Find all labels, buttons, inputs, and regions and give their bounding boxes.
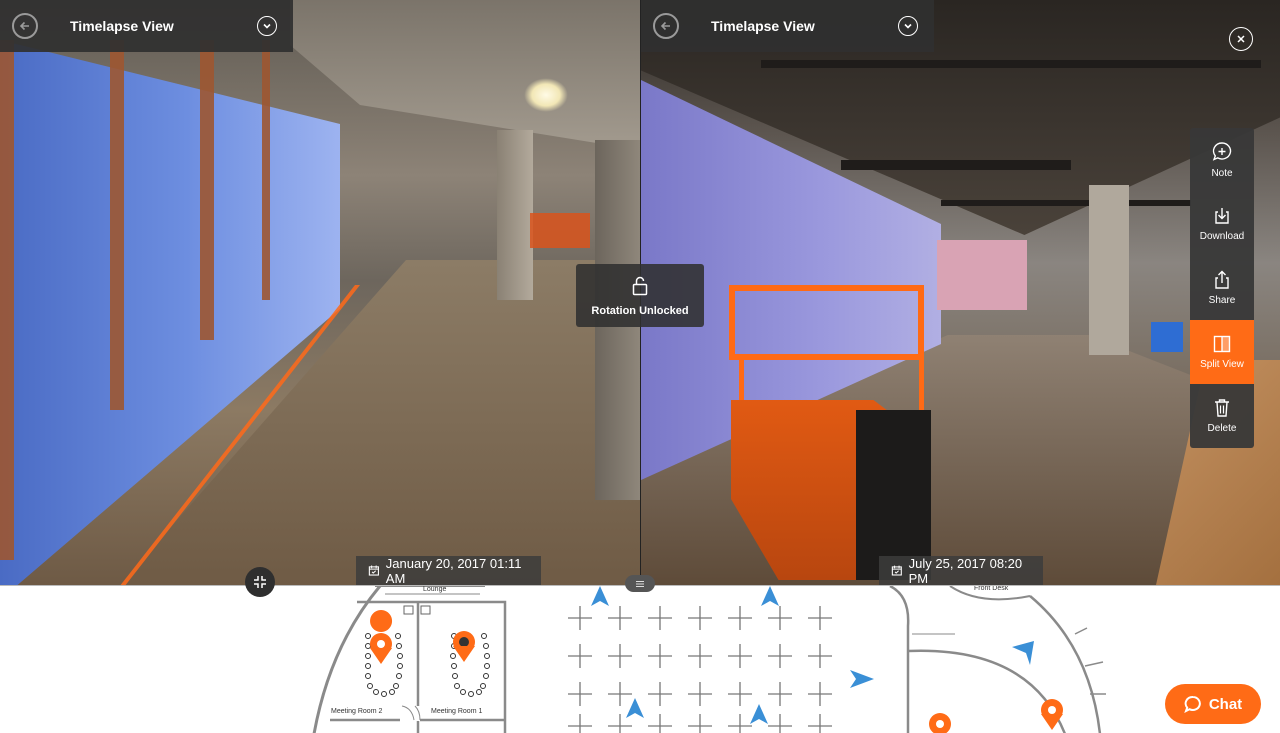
close-icon	[1237, 35, 1245, 43]
date-label: January 20, 2017 01:11 AM	[385, 555, 522, 586]
note-button[interactable]: Note	[1190, 128, 1254, 192]
timelapse-title: Timelapse View	[711, 18, 815, 34]
calendar-icon	[891, 565, 902, 576]
download-button[interactable]: Download	[1190, 192, 1254, 256]
share-icon	[1215, 270, 1229, 289]
pano-right-column	[1089, 185, 1129, 355]
chevron-down-icon	[904, 23, 912, 29]
pano-left-column	[497, 130, 533, 300]
room-label-meeting-room-1: Meeting Room 1	[431, 708, 483, 715]
download-label: Download	[1199, 231, 1245, 242]
pano-right-bin	[1151, 322, 1183, 352]
back-button[interactable]	[12, 13, 38, 39]
room-label-lounge: Lounge	[423, 586, 447, 593]
trash-icon	[1215, 399, 1229, 417]
close-button[interactable]	[1229, 27, 1253, 51]
capture-marker	[761, 586, 779, 606]
capture-marker	[850, 670, 874, 688]
share-button[interactable]: Share	[1190, 256, 1254, 320]
note-label: Note	[1211, 168, 1233, 179]
chat-bubble-icon	[1184, 696, 1201, 713]
split-view-label: Split View	[1200, 359, 1244, 370]
capture-marker	[1012, 641, 1034, 665]
rotation-label: Rotation Unlocked	[591, 304, 689, 317]
back-button[interactable]	[653, 13, 679, 39]
pano-right-pipe	[761, 60, 1261, 68]
timelapse-title: Timelapse View	[70, 18, 174, 34]
pano-left-light	[524, 78, 568, 112]
pano-right-pipe	[841, 160, 1071, 170]
pano-right-lift-tread	[856, 410, 931, 580]
share-label: Share	[1208, 295, 1236, 306]
arrow-left-icon	[660, 21, 670, 31]
date-selector-left[interactable]: January 20, 2017 01:11 AM	[356, 555, 541, 586]
pano-left-lift	[530, 213, 590, 248]
pano-right-lift-railing	[729, 285, 924, 360]
room-label-front-desk: Front Desk	[974, 585, 1009, 592]
pano-right-pipe	[941, 200, 1191, 206]
panorama-right[interactable]	[641, 0, 1280, 585]
delete-label: Delete	[1207, 423, 1237, 434]
pano-right-insulation	[937, 240, 1027, 310]
action-toolbar: Note Download Share Split View Delete	[1190, 128, 1254, 448]
split-view-icon	[1213, 335, 1231, 353]
timelapse-header-right: Timelapse View	[641, 0, 934, 52]
chat-label: Chat	[1208, 695, 1243, 713]
capture-marker	[626, 698, 644, 718]
pano-left-ceiling	[290, 0, 640, 150]
floor-plan-drawing	[312, 586, 1106, 733]
chevron-down-icon	[263, 23, 271, 29]
drag-handle-icon	[636, 580, 644, 587]
capture-marker	[591, 586, 609, 606]
calendar-icon	[368, 565, 379, 576]
download-icon	[1215, 208, 1229, 224]
arrow-left-icon	[19, 21, 29, 31]
timelapse-dropdown-button[interactable]	[898, 16, 918, 36]
chat-button[interactable]: Chat	[1165, 684, 1261, 724]
collapse-view-button[interactable]	[245, 567, 275, 597]
date-label: July 25, 2017 08:20 PM	[908, 555, 1023, 586]
note-icon	[1212, 142, 1232, 161]
floorplan-resize-handle[interactable]	[625, 575, 655, 592]
collapse-icon	[254, 576, 266, 588]
timelapse-dropdown-button[interactable]	[257, 16, 277, 36]
unlock-icon	[632, 276, 648, 295]
date-selector-right[interactable]: July 25, 2017 08:20 PM	[879, 555, 1043, 586]
timelapse-header-left: Timelapse View	[0, 0, 293, 52]
split-view-button[interactable]: Split View	[1190, 320, 1254, 384]
delete-button[interactable]: Delete	[1190, 384, 1254, 448]
capture-marker	[750, 704, 768, 724]
rotation-lock-toggle[interactable]: Rotation Unlocked	[576, 264, 704, 327]
timelapse-app: Timelapse View Timelapse View Note Downl…	[0, 0, 1280, 733]
room-label-meeting-room-2: Meeting Room 2	[331, 708, 383, 715]
panorama-left[interactable]	[0, 0, 640, 585]
pano-left-stud	[262, 40, 270, 300]
floor-plan[interactable]: Lounge Meeting Room 2 Meeting Room 1 Fro…	[0, 585, 1280, 733]
